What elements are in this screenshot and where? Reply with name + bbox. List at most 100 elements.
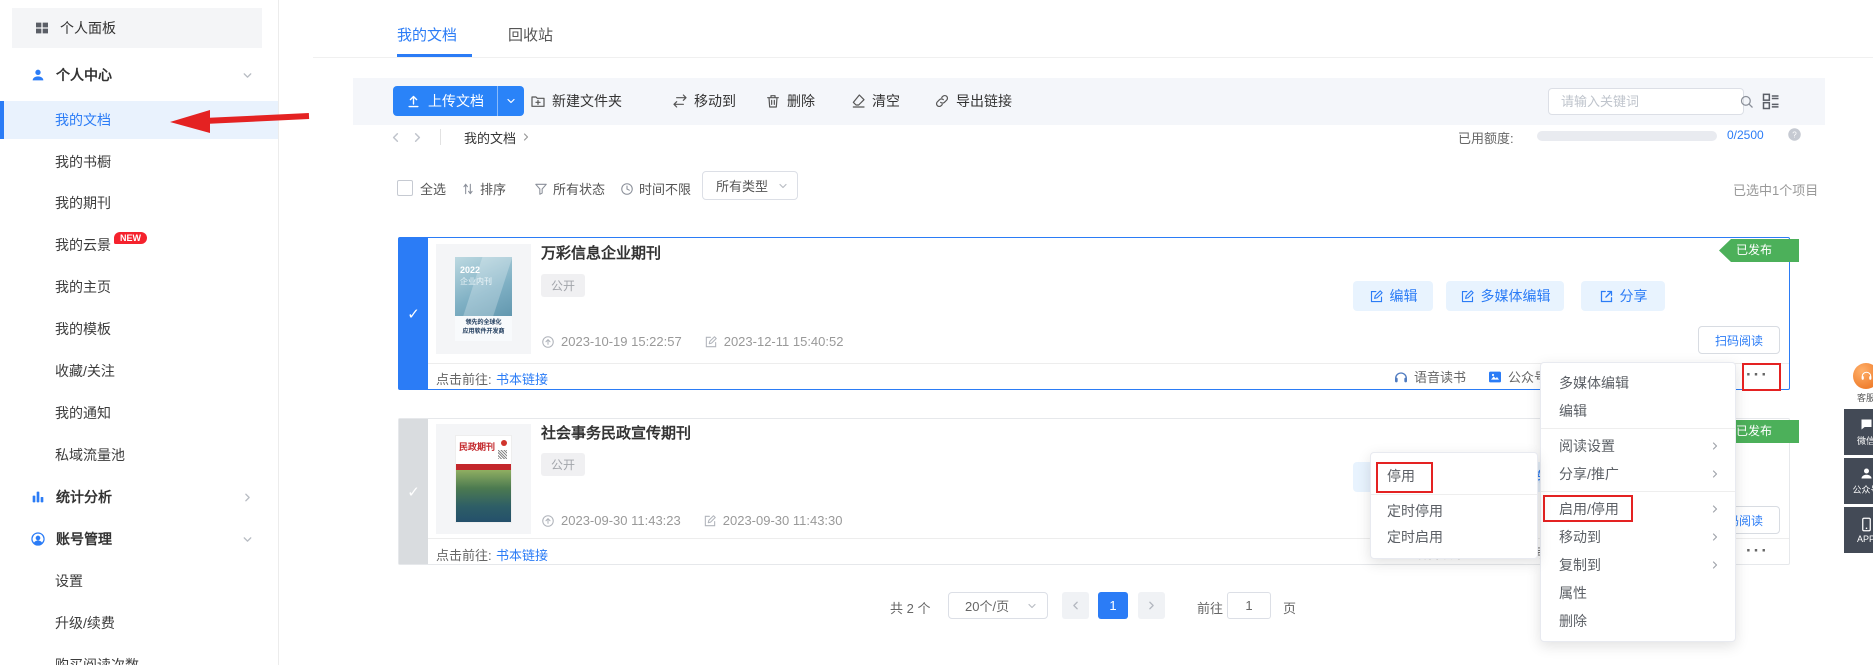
goto-page-input[interactable] — [1227, 592, 1271, 619]
delete-button[interactable]: 删除 — [765, 86, 815, 116]
help-icon[interactable] — [1787, 127, 1802, 142]
wechat-official-button[interactable]: 公众号 — [1487, 367, 1547, 386]
sidebar-item-upgrade[interactable]: 升级/续费 — [0, 606, 278, 640]
document-dates: 2023-09-30 11:43:23 2023-09-30 11:43:30 — [541, 513, 843, 528]
selection-strip[interactable]: ✓ — [399, 238, 428, 389]
folder-plus-icon — [530, 93, 546, 109]
upload-dropdown-button[interactable] — [497, 86, 524, 116]
sidebar-group-statistics[interactable]: 统计分析 — [0, 480, 278, 514]
sidebar-group-account[interactable]: 账号管理 — [0, 522, 278, 556]
menu-divider — [1541, 491, 1735, 492]
next-page-button[interactable] — [1138, 592, 1165, 619]
sidebar-item-purchase-reads[interactable]: 购买阅读次数 — [0, 648, 278, 665]
share-button[interactable]: 分享 — [1581, 281, 1665, 311]
app-button[interactable]: APP — [1844, 507, 1873, 553]
export-link-button[interactable]: 导出链接 — [934, 86, 1012, 116]
time-filter-button[interactable]: 时间不限 — [620, 179, 691, 198]
document-thumbnail[interactable]: 民政期刊 — [436, 424, 531, 534]
account-icon — [30, 531, 46, 547]
sidebar-item-private-traffic[interactable]: 私域流量池 — [0, 438, 278, 472]
menu-item-enable-disable[interactable]: 启用/停用 — [1541, 495, 1735, 523]
edit-button[interactable]: 编辑 — [1353, 281, 1433, 311]
search-input[interactable] — [1559, 93, 1739, 110]
sidebar-item-my-journals[interactable]: 我的期刊 — [0, 186, 278, 220]
sidebar-item-my-bookshelf[interactable]: 我的书橱 — [0, 145, 278, 179]
annotation-arrow — [160, 104, 312, 138]
document-thumbnail[interactable]: 2022 企业内刊 领先的全球化应用软件开发商 — [436, 244, 531, 354]
search-box — [1548, 88, 1744, 115]
type-filter-dropdown[interactable]: 所有类型 — [702, 171, 798, 200]
edit-time-icon — [703, 514, 717, 528]
more-actions-button[interactable]: ··· — [1746, 365, 1769, 385]
nav-back-icon[interactable] — [388, 130, 403, 145]
my-documents-page: ? 个人面板 个人中心 我的文档 我的书橱 我的期刊 我的云景NEW 我的主页 … — [0, 0, 1873, 665]
goto-label: 点击前往: — [436, 545, 492, 564]
prev-page-button[interactable] — [1062, 592, 1089, 619]
clear-button[interactable]: 清空 — [850, 86, 900, 116]
breadcrumb-current[interactable]: 我的文档 — [464, 128, 516, 147]
submenu-item-disable[interactable]: 停用 — [1371, 461, 1537, 491]
support-button[interactable]: 客服 — [1844, 360, 1873, 406]
sort-button[interactable]: 排序 — [461, 179, 506, 198]
document-title[interactable]: 万彩信息企业期刊 — [541, 242, 661, 263]
menu-item-move-to[interactable]: 移动到 — [1541, 523, 1735, 551]
menu-item-media-edit[interactable]: 多媒体编辑 — [1541, 369, 1735, 397]
status-ribbon: 已发布 — [1719, 239, 1799, 262]
sidebar-item-my-templates[interactable]: 我的模板 — [0, 312, 278, 346]
quota-label: 已用额度: — [1458, 128, 1514, 147]
submenu-item-scheduled-enable[interactable]: 定时启用 — [1371, 524, 1537, 550]
menu-item-delete[interactable]: 删除 — [1541, 607, 1735, 635]
upload-document-main[interactable]: 上传文档 — [393, 86, 497, 116]
sidebar-item-my-cloudview[interactable]: 我的云景NEW — [0, 228, 278, 262]
menu-item-share-promote[interactable]: 分享/推广 — [1541, 460, 1735, 488]
submenu-item-scheduled-disable[interactable]: 定时停用 — [1371, 498, 1537, 524]
pencil-icon — [1460, 289, 1475, 304]
chevron-right-icon — [1709, 440, 1721, 452]
upload-document-button[interactable]: 上传文档 — [393, 86, 524, 116]
cover-qr — [498, 450, 507, 459]
user-icon — [30, 67, 46, 83]
wechat-button[interactable]: 微信 — [1844, 409, 1873, 455]
chevron-right-icon — [1709, 503, 1721, 515]
edit-time-icon — [704, 335, 718, 349]
menu-item-copy-to[interactable]: 复制到 — [1541, 551, 1735, 579]
funnel-icon — [534, 182, 548, 196]
sidebar-item-dashboard[interactable]: 个人面板 — [12, 8, 262, 48]
new-folder-button[interactable]: 新建文件夹 — [530, 86, 622, 116]
menu-item-reading-settings[interactable]: 阅读设置 — [1541, 432, 1735, 460]
book-link[interactable]: 书本链接 — [496, 545, 548, 564]
sort-icon — [461, 182, 475, 196]
publish-time-icon — [541, 335, 555, 349]
sidebar-item-favorites[interactable]: 收藏/关注 — [0, 354, 278, 388]
upload-icon — [406, 94, 421, 109]
view-toggle-icon[interactable] — [1761, 91, 1781, 111]
move-to-button[interactable]: 移动到 — [672, 86, 736, 116]
chevron-down-icon — [777, 180, 789, 192]
page-size-dropdown[interactable]: 20个/页 — [948, 592, 1048, 619]
sidebar-group-personal-center[interactable]: 个人中心 — [0, 58, 278, 92]
page-1-button[interactable]: 1 — [1098, 592, 1128, 619]
select-all-label[interactable]: 全选 — [420, 179, 446, 198]
scan-read-button[interactable]: 扫码阅读 — [1698, 326, 1780, 354]
voice-reading-button[interactable]: 语音读书 — [1393, 367, 1466, 386]
check-icon: ✓ — [407, 483, 420, 501]
status-filter-button[interactable]: 所有状态 — [534, 179, 605, 198]
chevron-down-icon — [241, 69, 254, 82]
nav-forward-icon[interactable] — [410, 130, 425, 145]
tab-my-documents[interactable]: 我的文档 — [397, 24, 457, 45]
select-all-checkbox[interactable] — [397, 180, 413, 196]
search-icon[interactable] — [1739, 94, 1754, 109]
official-account-button[interactable]: 公众号 — [1844, 458, 1873, 504]
sidebar-item-settings[interactable]: 设置 — [0, 564, 278, 598]
selection-strip[interactable]: ✓ — [399, 419, 428, 564]
sidebar-item-notifications[interactable]: 我的通知 — [0, 396, 278, 430]
book-link[interactable]: 书本链接 — [496, 369, 548, 388]
media-edit-button[interactable]: 多媒体编辑 — [1446, 281, 1564, 311]
tab-recycle-bin[interactable]: 回收站 — [508, 24, 553, 45]
menu-item-properties[interactable]: 属性 — [1541, 579, 1735, 607]
menu-item-edit[interactable]: 编辑 — [1541, 397, 1735, 425]
more-actions-button[interactable]: ··· — [1746, 541, 1769, 561]
context-menu: 多媒体编辑 编辑 阅读设置 分享/推广 启用/停用 移动到 复制到 属性 删除 — [1540, 362, 1736, 642]
document-title[interactable]: 社会事务民政宣传期刊 — [541, 422, 691, 443]
sidebar-item-my-homepage[interactable]: 我的主页 — [0, 270, 278, 304]
